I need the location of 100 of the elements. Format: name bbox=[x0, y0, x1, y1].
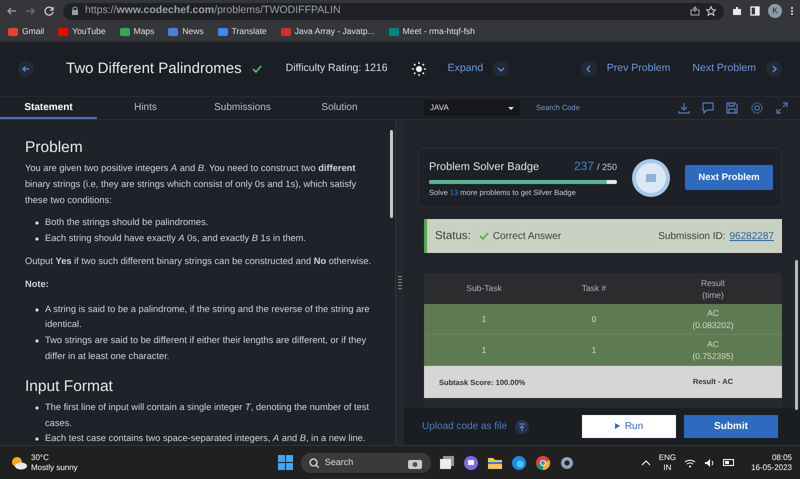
submission-id-label: Submission ID: bbox=[658, 230, 726, 244]
sidebar-icon[interactable] bbox=[750, 6, 760, 16]
settings-icon[interactable] bbox=[558, 454, 575, 470]
bullet-icon bbox=[35, 221, 39, 226]
download-icon[interactable] bbox=[678, 102, 690, 114]
next-arrow-button[interactable] bbox=[766, 61, 782, 77]
browser-icon[interactable] bbox=[510, 454, 527, 470]
table-cell-text: 1 bbox=[480, 344, 488, 357]
submission-id-link[interactable]: 96282287 bbox=[730, 228, 774, 244]
caret-icon bbox=[508, 106, 514, 110]
save-icon[interactable] bbox=[726, 102, 738, 114]
bookmark[interactable]: Translate bbox=[218, 25, 267, 38]
settings-icon[interactable] bbox=[750, 101, 764, 115]
language-indicator[interactable]: ENG IN bbox=[658, 452, 676, 472]
list-item: Both the strings should be palindromes. bbox=[45, 216, 208, 230]
bookmark[interactable]: Gmail bbox=[8, 25, 44, 38]
section-heading: Input Format bbox=[25, 376, 114, 397]
bullet-icon bbox=[35, 237, 39, 242]
bookmark[interactable]: YouTube bbox=[58, 25, 106, 38]
tab[interactable]: Hints bbox=[97, 97, 194, 119]
bullet-icon bbox=[35, 406, 39, 410]
bookmark[interactable]: Maps bbox=[120, 25, 154, 38]
lock-icon bbox=[71, 6, 79, 16]
bookmark[interactable]: Java Array - Javatp... bbox=[280, 25, 375, 38]
run-button[interactable]: Run bbox=[582, 415, 676, 438]
table-cell-text: 1 bbox=[480, 312, 488, 326]
list-item: The first line of input will contain a single integer T, denoting the number of test cases. bbox=[45, 400, 370, 430]
wifi-icon[interactable] bbox=[684, 458, 696, 468]
section-heading: Problem bbox=[25, 138, 84, 158]
column-header: Task # bbox=[580, 282, 608, 296]
play-icon bbox=[614, 423, 620, 430]
bookmark-icon bbox=[8, 26, 18, 36]
url-text: https://www.codechef.com/problems/TWODIFFPALIN bbox=[85, 3, 341, 18]
reload-icon[interactable] bbox=[44, 6, 55, 16]
status-result: Correct Answer bbox=[492, 230, 562, 244]
theme-toggle[interactable] bbox=[412, 62, 426, 76]
column-header: Sub-Task bbox=[465, 282, 503, 296]
column-header: Result (time) bbox=[700, 276, 726, 301]
expand-caret-button[interactable] bbox=[493, 61, 510, 77]
battery-icon[interactable] bbox=[723, 458, 736, 467]
bookmark-icon bbox=[168, 26, 178, 36]
share-icon[interactable] bbox=[690, 6, 700, 16]
menu-icon[interactable] bbox=[790, 6, 794, 16]
bookmark-icon bbox=[388, 26, 399, 36]
prev-problem-link[interactable]: Prev Problem bbox=[606, 61, 670, 77]
upload-link[interactable]: Upload code as file bbox=[422, 419, 508, 434]
prev-arrow-button[interactable] bbox=[580, 61, 597, 77]
next-problem-link[interactable]: Next Problem bbox=[692, 61, 756, 77]
badge-target: / 250 bbox=[596, 162, 617, 172]
upload-icon[interactable] bbox=[515, 420, 530, 434]
list-item: Each string should have exactly A 0s, and exactly B 1s in them. bbox=[45, 232, 306, 246]
back-arrow-icon bbox=[21, 64, 31, 74]
chevron-up-icon[interactable] bbox=[640, 458, 651, 466]
solved-count: 237 bbox=[574, 159, 594, 173]
weather-text: Mostly sunny bbox=[31, 462, 78, 472]
expand-button[interactable]: Expand bbox=[448, 61, 484, 77]
fullscreen-icon[interactable] bbox=[776, 102, 788, 114]
bookmark-icon bbox=[218, 26, 228, 36]
splitter-handle[interactable] bbox=[395, 120, 404, 445]
bullet-icon bbox=[35, 437, 39, 442]
difficulty-rating: Difficulty Rating: 1216 bbox=[286, 61, 388, 76]
list-item: Two strings are said to be different if either their lengths are different, or if they differ in at least one character. bbox=[45, 334, 368, 363]
back-button[interactable] bbox=[18, 61, 34, 77]
list-item: A string is said to be a palindrome, if the string and the reverse of the string are identical. bbox=[45, 302, 371, 332]
temperature: 30°C bbox=[31, 452, 50, 462]
star-icon[interactable] bbox=[706, 6, 716, 16]
table-cell-text: AC (0.752395) bbox=[691, 338, 735, 362]
language-select[interactable]: JAVA bbox=[424, 100, 520, 116]
note-label: Note: bbox=[25, 278, 50, 291]
status-label: Status: bbox=[435, 228, 471, 244]
paragraph: Output Yes if two such different binary strings can be constructed and No otherwise. bbox=[25, 254, 372, 268]
avatar[interactable]: K bbox=[768, 4, 782, 18]
bookmark[interactable]: Meet - rma-htqf-fsh bbox=[388, 25, 475, 38]
clock[interactable]: 08:05 16-05-2023 bbox=[751, 452, 792, 472]
scrollbar-thumb[interactable] bbox=[390, 130, 394, 218]
chrome-icon[interactable] bbox=[534, 454, 551, 470]
weather-icon[interactable] bbox=[10, 455, 27, 470]
tab[interactable]: Solution bbox=[291, 97, 388, 119]
scrollbar-thumb[interactable] bbox=[795, 260, 798, 410]
medal-icon bbox=[631, 158, 671, 198]
search-icon bbox=[308, 458, 319, 468]
bookmark-icon bbox=[120, 26, 130, 36]
address-bar[interactable]: https://www.codechef.com/problems/TWODIFFPALIN bbox=[63, 2, 724, 20]
task-view-icon[interactable] bbox=[438, 455, 455, 470]
taskbar-search[interactable]: Search bbox=[300, 452, 431, 472]
submit-button[interactable]: Submit bbox=[684, 415, 778, 438]
problem-title: Two Different Palindromes bbox=[66, 58, 242, 79]
volume-icon[interactable] bbox=[704, 458, 716, 468]
bookmark[interactable]: News bbox=[168, 25, 204, 38]
bookmark-icon bbox=[280, 26, 291, 36]
table-cell-text: 0 bbox=[590, 312, 598, 326]
next-problem-button[interactable]: Next Problem bbox=[685, 165, 773, 190]
bookmark-icon bbox=[58, 26, 68, 36]
chat-icon[interactable] bbox=[462, 454, 479, 470]
comment-icon[interactable] bbox=[702, 102, 714, 114]
tab[interactable]: Submissions bbox=[194, 97, 291, 119]
back-icon[interactable] bbox=[6, 6, 17, 16]
table-cell-text: 1 bbox=[590, 344, 598, 357]
start-icon[interactable] bbox=[278, 455, 293, 470]
badge-title: Problem Solver Badge bbox=[429, 160, 540, 174]
